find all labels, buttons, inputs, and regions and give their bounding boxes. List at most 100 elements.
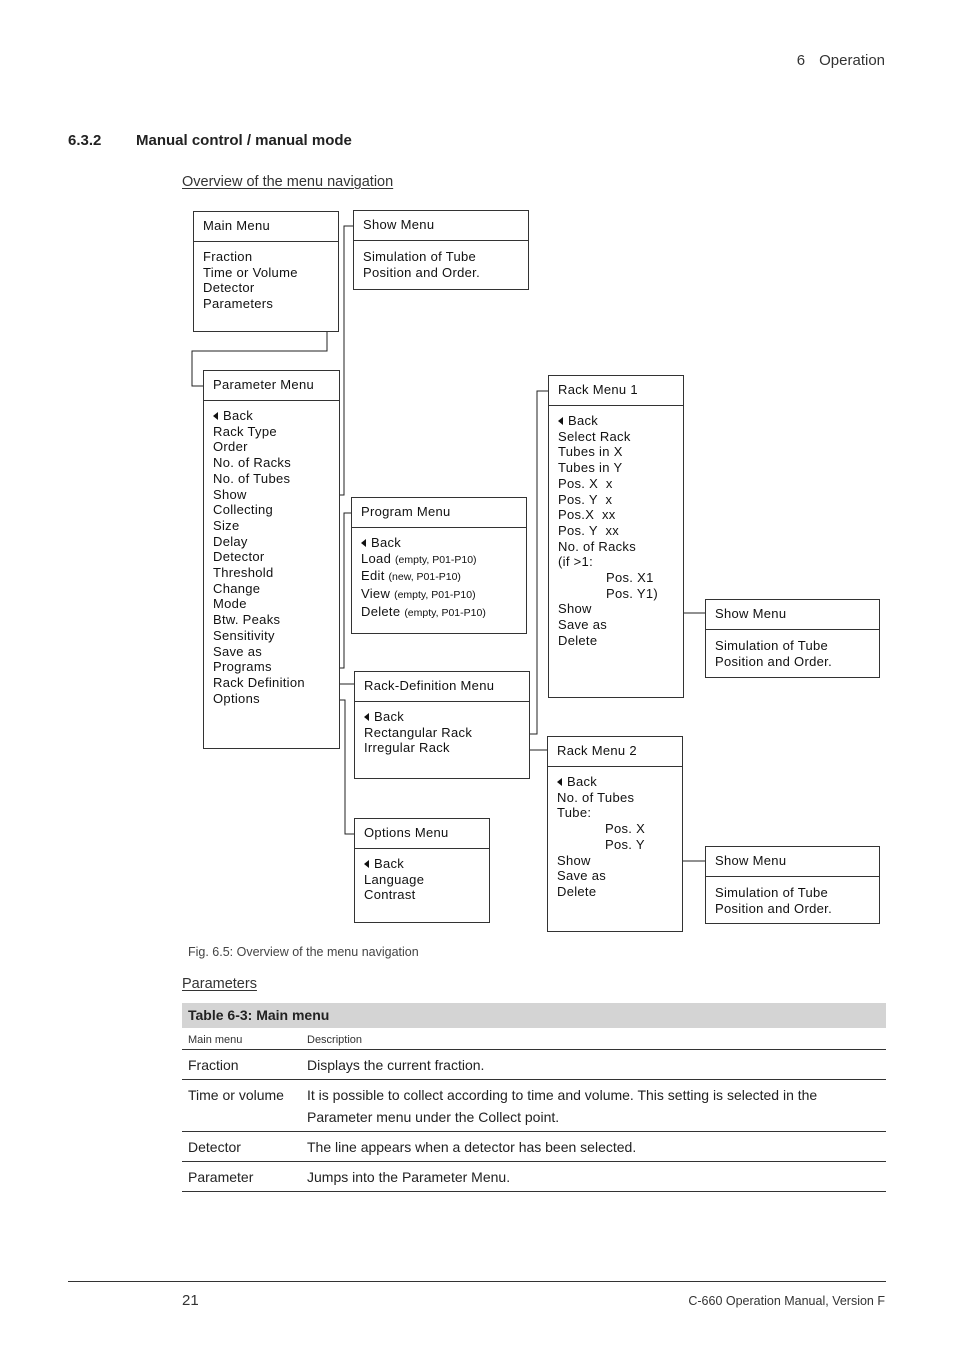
rack-definition-menu-title: Rack-Definition Menu — [355, 672, 529, 702]
options-menu-box: Options Menu Back Language Contrast — [354, 818, 490, 923]
main-menu-item: Fraction — [203, 249, 253, 264]
parameter-menu-item: Save as — [213, 643, 263, 659]
options-menu-item: Language — [364, 871, 425, 887]
options-menu-title: Options Menu — [355, 819, 489, 849]
rack-menu-1-item: No. of Racks — [558, 538, 637, 554]
parameter-menu-item: Delay — [213, 533, 248, 549]
show-menu-box-rack1: Show Menu Simulation of Tube Position an… — [705, 599, 880, 678]
table-cell-menu: Fraction — [188, 1057, 239, 1073]
parameter-menu-item: Order — [213, 439, 248, 455]
show-menu-box-top: Show Menu Simulation of Tube Position an… — [353, 210, 529, 290]
program-menu-title: Program Menu — [352, 498, 526, 528]
column-header: Main menu — [188, 1034, 243, 1046]
rack-menu-1-title: Rack Menu 1 — [549, 376, 683, 406]
rack-menu-1-item: Pos. Y x — [558, 491, 613, 507]
rack-menu-1-back: Back — [558, 413, 683, 429]
rack-menu-1-item: Pos. Y xx — [558, 522, 620, 538]
show-menu-line: Simulation of Tube — [363, 249, 477, 264]
parameter-menu-item: Collecting — [213, 502, 274, 518]
show-menu-line: Position and Order. — [715, 653, 832, 669]
parameter-menu-item: Mode — [213, 596, 247, 612]
chapter-title: Operation — [819, 52, 885, 69]
section-title: Manual control / manual mode — [136, 132, 352, 149]
table-row: Detector The line appears when a detecto… — [182, 1132, 886, 1162]
show-menu-line: Simulation of Tube — [715, 885, 829, 900]
rack-definition-menu-box: Rack-Definition Menu Back Rectangular Ra… — [354, 671, 530, 779]
rack-menu-2-back: Back — [557, 774, 682, 790]
figure-caption: Fig. 6.5: Overview of the menu navigatio… — [188, 945, 419, 959]
parameter-menu-item: Size — [213, 517, 240, 533]
options-menu-item: Contrast — [364, 887, 416, 903]
table-cell-description: Jumps into the Parameter Menu. — [307, 1169, 511, 1185]
options-menu-back: Back — [364, 856, 489, 872]
parameter-menu-item: Detector — [213, 549, 265, 565]
back-arrow-icon — [557, 778, 562, 786]
show-menu-box-rack2: Show Menu Simulation of Tube Position an… — [705, 846, 880, 924]
section-heading: 6.3.2 Manual control / manual mode — [68, 132, 352, 149]
program-menu-item-load: Load (empty, P01-P10) — [361, 550, 477, 566]
parameter-menu-item: Rack Definition — [213, 674, 305, 690]
rack-menu-2-title: Rack Menu 2 — [548, 737, 682, 767]
rack-menu-1-item: Tubes in Y — [558, 460, 623, 476]
rack-menu-2-item: Show — [557, 852, 591, 868]
rack-menu-1-item: (if >1: — [558, 554, 593, 570]
column-header: Description — [307, 1034, 363, 1046]
running-header: 6 Operation — [0, 52, 885, 69]
parameter-menu-item: No. of Tubes — [213, 470, 291, 486]
manual-name: C-660 Operation Manual, Version F — [688, 1294, 885, 1308]
parameter-menu-item: Rack Type — [213, 423, 277, 439]
back-arrow-icon — [558, 417, 563, 425]
subheading-menu-navigation: Overview of the menu navigation — [182, 174, 394, 190]
rack-menu-2-item: Delete — [557, 883, 597, 899]
rack-definition-menu-back: Back — [364, 709, 529, 725]
rack-menu-2-box: Rack Menu 2 Back No. of Tubes Tube: Pos.… — [547, 736, 683, 932]
show-menu-line: Position and Order. — [715, 900, 832, 916]
footer-divider — [68, 1281, 886, 1282]
section-number: 6.3.2 — [68, 132, 102, 149]
rack-menu-2-item: Pos. X — [605, 821, 646, 837]
parameter-menu-item: Programs — [213, 659, 272, 675]
program-menu-item-edit: Edit (new, P01-P10) — [361, 568, 461, 584]
parameter-menu-item: Btw. Peaks — [213, 612, 281, 628]
rack-definition-menu-item: Irregular Rack — [364, 740, 450, 756]
parameter-menu-item: Threshold — [213, 565, 274, 581]
main-menu-table: Table 6-3: Main menu Main menu Descripti… — [182, 1003, 886, 1192]
main-menu-item: Detector — [203, 280, 255, 296]
main-menu-box: Main Menu Fraction Time or Volume Detect… — [193, 211, 339, 332]
show-menu-title: Show Menu — [354, 211, 528, 241]
back-arrow-icon — [213, 412, 218, 420]
main-menu-title: Main Menu — [194, 212, 338, 242]
parameter-menu-back: Back — [213, 408, 339, 424]
rack-menu-1-item: Select Rack — [558, 428, 631, 444]
program-menu-box: Program Menu Back Load (empty, P01-P10) … — [351, 497, 527, 634]
rack-menu-1-item: Pos.X xx — [558, 507, 616, 523]
table-cell-description: Displays the current fraction. — [307, 1057, 485, 1073]
parameter-menu-box: Parameter Menu Back Rack Type Order No. … — [203, 370, 340, 749]
program-menu-item-delete: Delete (empty, P01-P10) — [361, 603, 486, 619]
rack-menu-1-item: Save as — [558, 617, 608, 633]
rack-menu-2-item: Tube: — [557, 805, 592, 821]
rack-menu-1-item: Delete — [558, 632, 598, 648]
show-menu-title: Show Menu — [706, 600, 879, 630]
rack-menu-2-item: Pos. Y — [605, 836, 645, 852]
show-menu-line: Position and Order. — [363, 264, 480, 280]
rack-menu-1-item: Pos. X1 — [606, 570, 654, 586]
rack-menu-1-item: Tubes in X — [558, 444, 623, 460]
main-menu-item: Time or Volume — [203, 264, 298, 280]
parameter-menu-item: No. of Racks — [213, 455, 292, 471]
table-cell-description: The line appears when a detector has bee… — [307, 1139, 637, 1155]
rack-menu-1-item: Pos. Y1) — [606, 585, 659, 601]
parameter-menu-item: Show — [213, 486, 247, 502]
table-row: Fraction Displays the current fraction. — [182, 1050, 886, 1080]
parameter-menu-title: Parameter Menu — [204, 371, 339, 401]
rack-menu-1-box: Rack Menu 1 Back Select Rack Tubes in X … — [548, 375, 684, 698]
parameter-menu-item: Sensitivity — [213, 627, 275, 643]
rack-menu-2-item: Save as — [557, 868, 607, 884]
chapter-number: 6 — [796, 52, 806, 69]
show-menu-title: Show Menu — [706, 847, 879, 877]
rack-menu-2-item: No. of Tubes — [557, 789, 635, 805]
table-cell-menu: Detector — [188, 1139, 241, 1155]
back-arrow-icon — [364, 860, 369, 868]
back-arrow-icon — [364, 713, 369, 721]
show-menu-line: Simulation of Tube — [715, 638, 829, 653]
